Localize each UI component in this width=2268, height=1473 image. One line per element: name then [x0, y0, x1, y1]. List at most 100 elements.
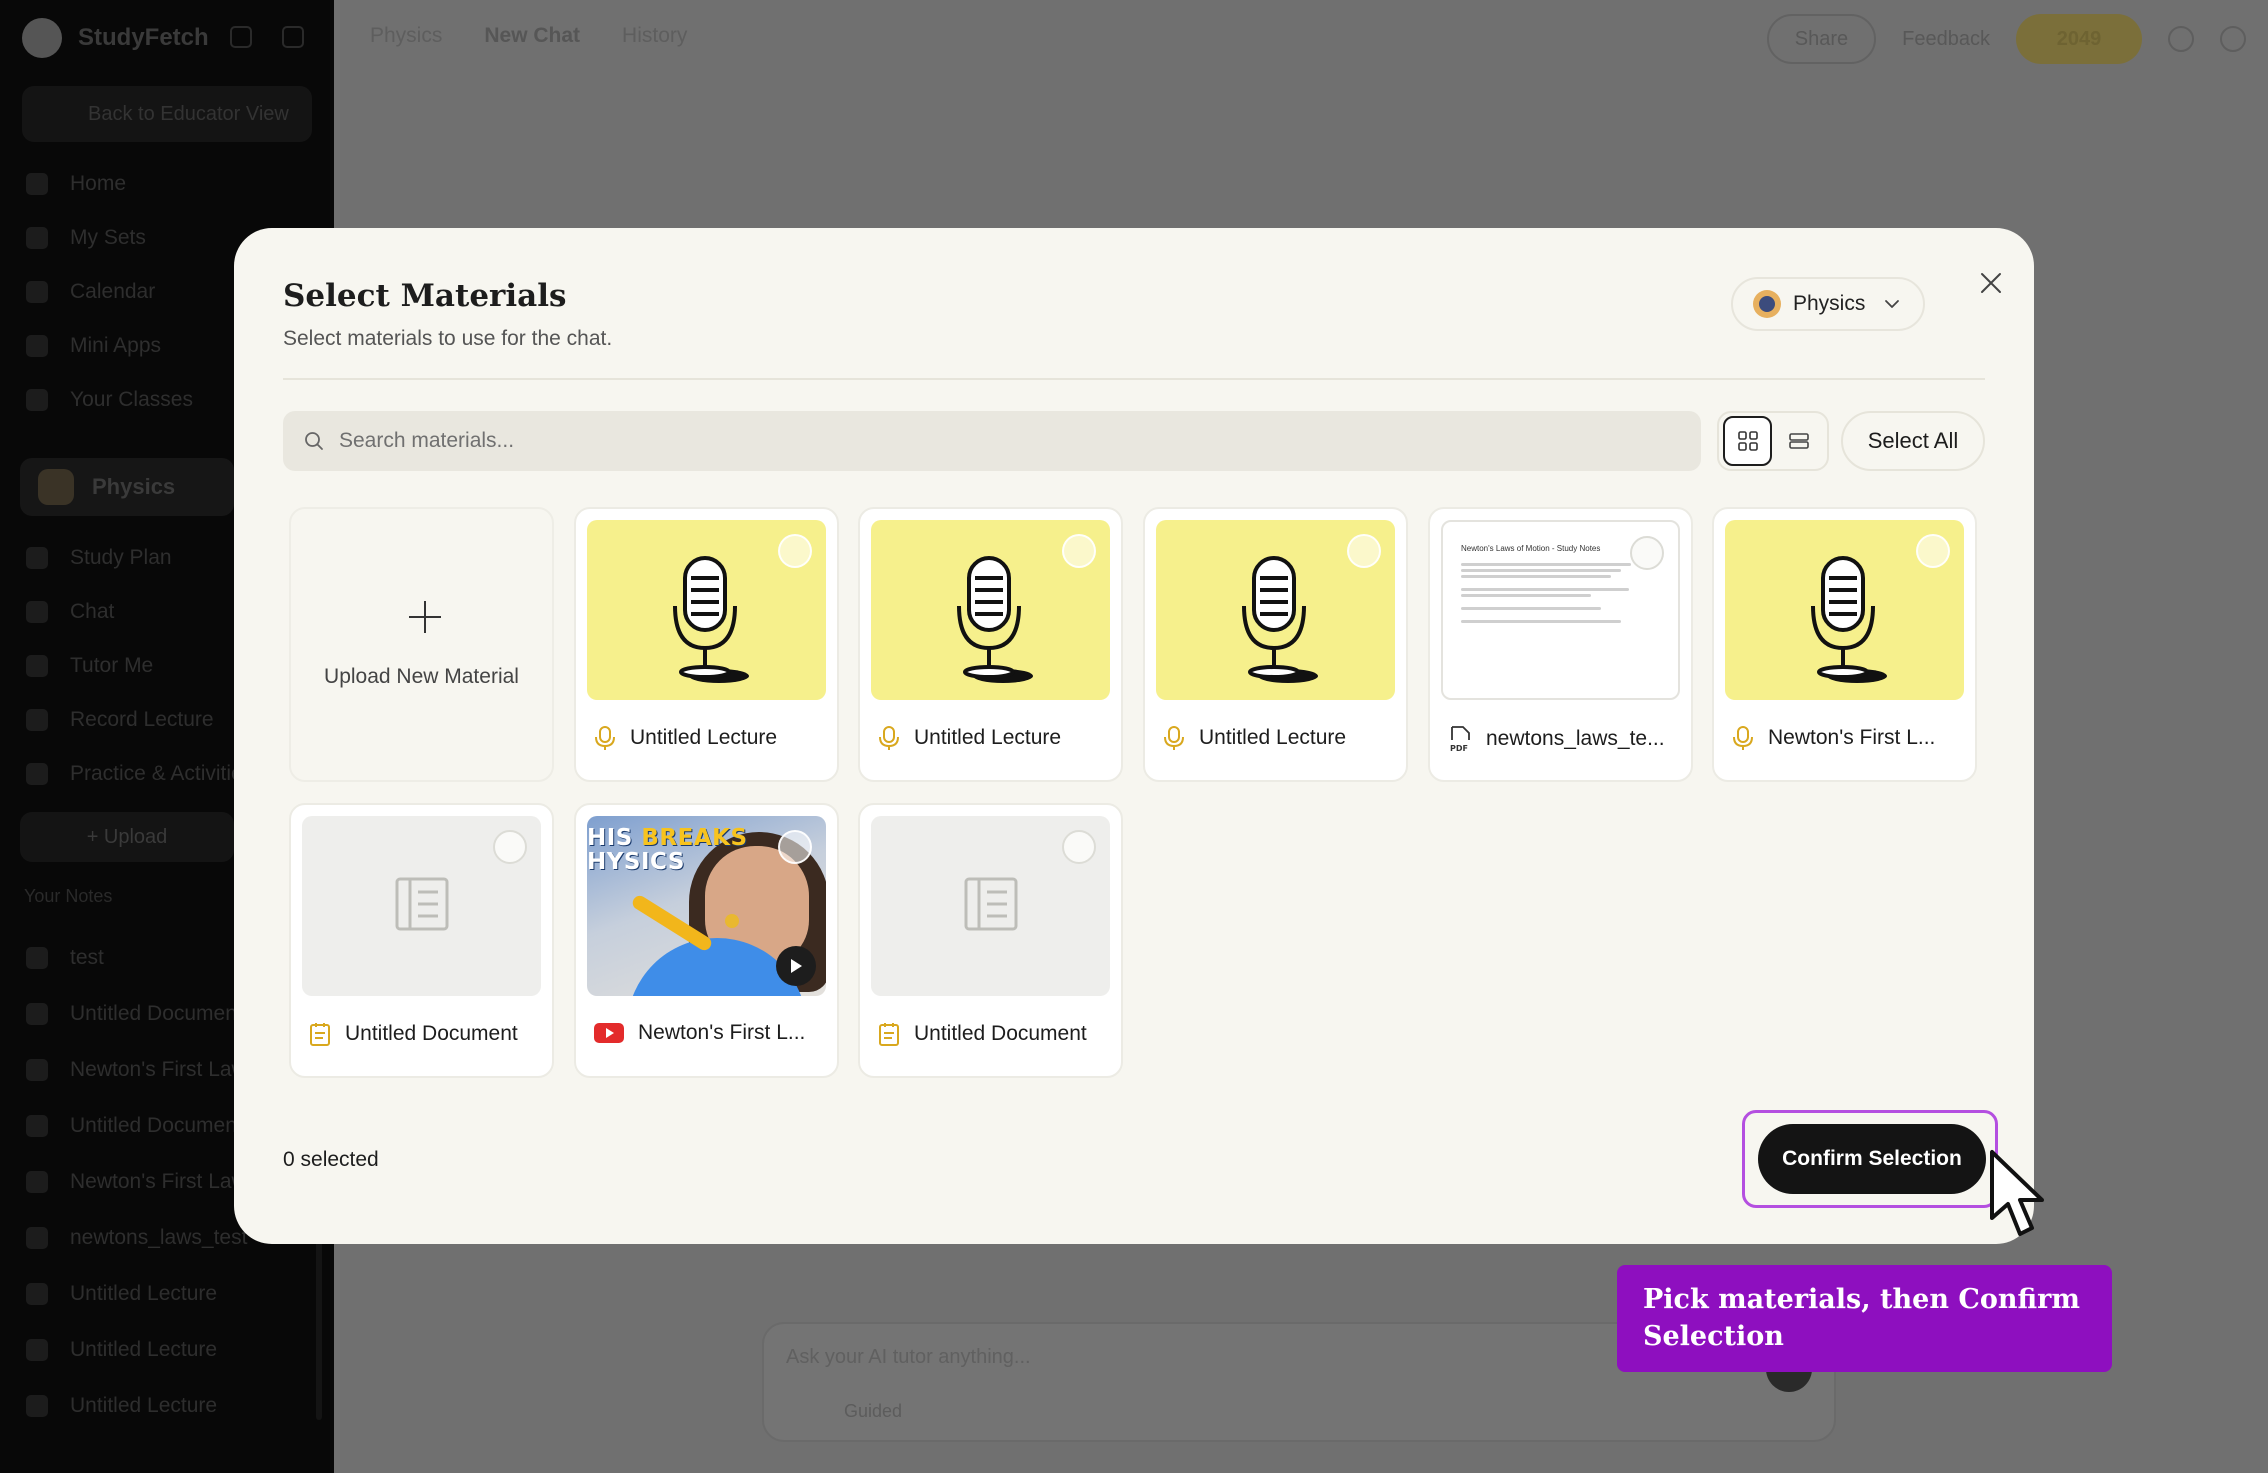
material-meta: Untitled Document [878, 1021, 1114, 1047]
logo-icon [22, 18, 62, 58]
play-button[interactable] [776, 946, 816, 986]
material-meta: Untitled Document [309, 1021, 545, 1047]
collapse-sidebar-icon[interactable] [230, 26, 252, 48]
sidebar-note[interactable]: newtons_laws_test [26, 1226, 247, 1250]
pdf-preview-title: Newton's Laws of Motion - Study Notes [1461, 544, 1601, 553]
sidebar-note[interactable]: test [26, 946, 104, 970]
sidebar-item-record-lecture[interactable]: Record Lecture [26, 708, 214, 732]
history-button[interactable]: History [622, 24, 687, 48]
mic-icon [26, 1395, 48, 1417]
record-icon [26, 709, 48, 731]
help-icon[interactable] [2168, 26, 2194, 52]
new-window-icon[interactable] [282, 26, 304, 48]
material-card[interactable]: Untitled Document [289, 803, 554, 1078]
header-divider [283, 378, 1985, 380]
sidebar-item-calendar[interactable]: Calendar [26, 280, 155, 304]
chat-input-placeholder: Ask your AI tutor anything... [786, 1346, 1031, 1368]
material-meta: PDF newtons_laws_te... [1448, 725, 1684, 753]
microphone-icon [879, 726, 899, 750]
sidebar-note[interactable]: Untitled Lecture [26, 1394, 217, 1418]
breadcrumb-course[interactable]: Physics [370, 24, 442, 48]
note-icon [26, 1003, 48, 1025]
lecture-thumbnail [1156, 520, 1395, 700]
view-toggle [1717, 411, 1829, 471]
sidebar-note[interactable]: Newton's First Law [26, 1170, 247, 1194]
sidebar-upload-button[interactable]: + Upload [20, 812, 234, 862]
course-selector-dropdown[interactable]: Physics [1731, 277, 1925, 331]
sidebar-item-chat[interactable]: Chat [26, 600, 114, 624]
settings-icon[interactable] [2220, 26, 2246, 52]
sidebar-note[interactable]: Newton's First Law [26, 1058, 247, 1082]
selection-checkbox[interactable] [1916, 534, 1950, 568]
pdf-preview: Newton's Laws of Motion - Study Notes [1461, 544, 1641, 626]
selection-checkbox[interactable] [1630, 536, 1664, 570]
material-card[interactable]: Untitled Lecture [574, 507, 839, 782]
microphone-icon [1733, 726, 1753, 750]
notepad-icon [879, 1023, 899, 1046]
video-thumbnail-text: HIS BREAKS HYSICS [587, 825, 748, 875]
confirm-selection-button[interactable]: Confirm Selection [1758, 1124, 1986, 1194]
list-view-button[interactable] [1774, 416, 1823, 466]
sidebar-note[interactable]: Untitled Document [26, 1114, 243, 1138]
feedback-button[interactable]: Feedback [1902, 28, 1990, 51]
close-modal-button[interactable] [1972, 264, 2010, 302]
app-name: StudyFetch [78, 24, 209, 51]
upload-new-material-label: Upload New Material [324, 665, 519, 688]
selection-checkbox[interactable] [493, 830, 527, 864]
sidebar-item-tutor-me[interactable]: Tutor Me [26, 654, 153, 678]
selection-checkbox[interactable] [1347, 534, 1381, 568]
sidebar-note[interactable]: Untitled Lecture [26, 1282, 217, 1306]
sidebar-course-physics[interactable]: Physics [20, 458, 234, 516]
topbar-actions: Share Feedback 2049 [1766, 14, 2268, 64]
search-input[interactable] [339, 429, 1639, 453]
breadcrumb-new-chat[interactable]: New Chat [484, 24, 580, 48]
material-title: Untitled Document [914, 1022, 1087, 1045]
material-title: Untitled Lecture [630, 726, 778, 749]
sidebar-note[interactable]: Untitled Document [26, 1002, 243, 1026]
select-all-button[interactable]: Select All [1841, 411, 1985, 471]
sidebar-item-my-sets[interactable]: My Sets [26, 226, 146, 250]
study-plan-icon [26, 547, 48, 569]
selection-checkbox[interactable] [778, 830, 812, 864]
material-title: newtons_laws_te... [1486, 727, 1665, 750]
chat-mode-selector[interactable]: Guided [844, 1401, 902, 1422]
youtube-icon [594, 1023, 624, 1043]
course-icon [38, 469, 74, 505]
sidebar-item-practice[interactable]: Practice & Activities [26, 762, 253, 786]
sidebar-item-home[interactable]: Home [26, 172, 126, 196]
back-to-educator-button[interactable]: Back to Educator View [22, 86, 312, 142]
material-meta: Newton's First L... [594, 1021, 830, 1045]
upload-new-material-card[interactable]: Upload New Material [289, 507, 554, 782]
selection-checkbox[interactable] [1062, 830, 1096, 864]
share-button[interactable]: Share [1766, 14, 1877, 64]
material-card[interactable]: Untitled Lecture [858, 507, 1123, 782]
material-title: Newton's First L... [638, 1021, 806, 1044]
material-card[interactable]: Untitled Lecture [1143, 507, 1408, 782]
lecture-thumbnail [1725, 520, 1964, 700]
search-bar[interactable] [283, 411, 1701, 471]
selection-checkbox[interactable] [778, 534, 812, 568]
microphone-icon [595, 726, 615, 750]
sidebar-item-mini-apps[interactable]: Mini Apps [26, 334, 161, 358]
search-icon [305, 432, 323, 450]
your-notes-label: Your Notes [24, 886, 113, 906]
document-thumbnail [302, 816, 541, 996]
sidebar-note[interactable]: Untitled Lecture [26, 1338, 217, 1362]
topbar: Physics New Chat History Share Feedback … [334, 0, 2268, 78]
material-card[interactable]: Newton's First L... [1712, 507, 1977, 782]
sidebar-item-study-plan[interactable]: Study Plan [26, 546, 172, 570]
material-card[interactable]: HIS BREAKS HYSICS Newton's First L... [574, 803, 839, 1078]
course-selector-label: Physics [1793, 292, 1866, 315]
grid-view-button[interactable] [1723, 416, 1773, 466]
calendar-icon [26, 281, 48, 303]
note-icon [26, 1171, 48, 1193]
video-icon [26, 1059, 48, 1081]
material-card[interactable]: Newton's Laws of Motion - Study Notes PD… [1428, 507, 1693, 782]
video-thumbnail: HIS BREAKS HYSICS [587, 816, 826, 996]
credits-badge[interactable]: 2049 [2016, 14, 2142, 64]
sidebar-item-your-classes[interactable]: Your Classes [26, 388, 193, 412]
pdf-icon [26, 1227, 48, 1249]
selection-checkbox[interactable] [1062, 534, 1096, 568]
material-card[interactable]: Untitled Document [858, 803, 1123, 1078]
pdf-thumbnail: Newton's Laws of Motion - Study Notes [1441, 520, 1680, 700]
